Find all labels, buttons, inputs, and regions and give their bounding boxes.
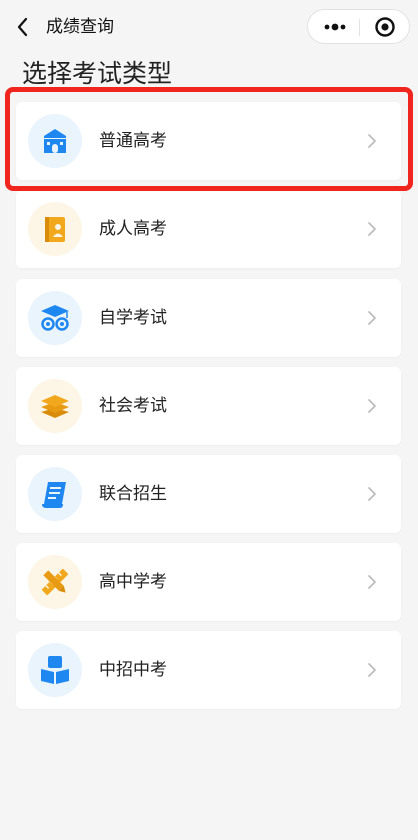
exam-type-item-high-school-academic[interactable]: 高中学考 (16, 543, 401, 621)
mini-program-capsule (307, 9, 410, 44)
back-arrow-icon[interactable] (14, 15, 32, 39)
chevron-right-icon (368, 134, 376, 148)
capsule-divider (359, 19, 360, 36)
chevron-right-icon (368, 311, 376, 325)
chevron-right-icon (368, 663, 376, 677)
reading-person-icon (28, 643, 82, 697)
page-title: 选择考试类型 (22, 59, 173, 88)
close-mini-program-icon[interactable] (370, 16, 400, 38)
exam-type-label: 联合招生 (99, 484, 167, 504)
more-icon[interactable] (320, 16, 350, 38)
exam-type-label: 高中学考 (99, 572, 167, 592)
chevron-right-icon (368, 487, 376, 501)
exam-type-label: 中招中考 (99, 660, 167, 680)
book-person-icon (28, 202, 82, 256)
exam-type-item-joint-enrollment[interactable]: 联合招生 (16, 455, 401, 533)
graduation-cap-icon (28, 291, 82, 345)
exam-type-item-social-exam[interactable]: 社会考试 (16, 367, 401, 445)
nav-bar: 成绩查询 (0, 0, 418, 54)
school-building-icon (28, 114, 82, 168)
layers-icon (28, 379, 82, 433)
chevron-right-icon (368, 222, 376, 236)
exam-type-label: 普通高考 (99, 131, 167, 151)
exam-type-item-general-gaokao[interactable]: 普通高考 (16, 102, 401, 180)
exam-type-label: 成人高考 (99, 219, 167, 239)
scroll-icon (28, 467, 82, 521)
pencil-ruler-icon (28, 555, 82, 609)
chevron-right-icon (368, 399, 376, 413)
exam-type-item-zhongkao[interactable]: 中招中考 (16, 631, 401, 709)
exam-type-label: 社会考试 (99, 396, 167, 416)
nav-title: 成绩查询 (46, 17, 114, 37)
exam-type-label: 自学考试 (99, 308, 167, 328)
chevron-right-icon (368, 575, 376, 589)
exam-type-item-self-study-exam[interactable]: 自学考试 (16, 279, 401, 357)
exam-type-item-adult-gaokao[interactable]: 成人高考 (16, 190, 401, 268)
